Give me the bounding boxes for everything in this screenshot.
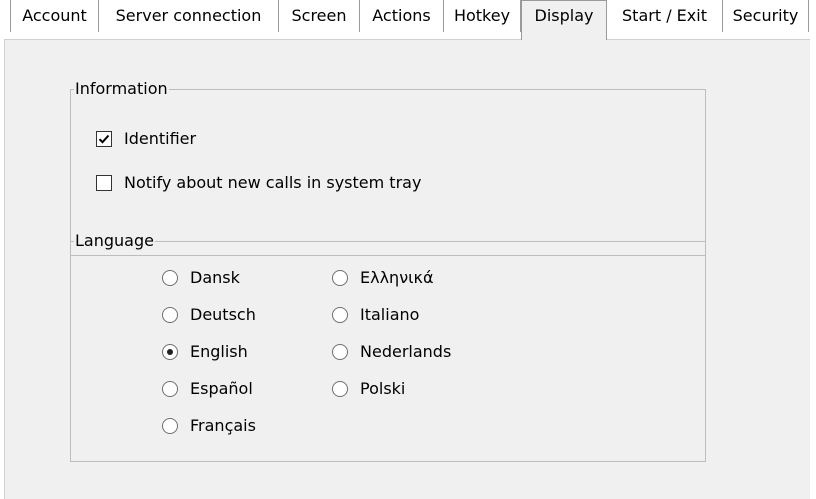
identifier-checkbox-box[interactable] [96,131,112,147]
tab-strip: Account Server connection Screen Actions… [0,0,816,40]
language-label: English [190,342,248,361]
tab-server-connection[interactable]: Server connection [99,0,279,32]
language-label: Nederlands [360,342,452,361]
radio-button-selected[interactable] [162,344,178,360]
language-label: Ελληνικά [360,268,434,287]
tab-start-exit[interactable]: Start / Exit [607,0,723,32]
radio-button[interactable] [332,344,348,360]
tab-security[interactable]: Security [723,0,809,32]
radio-button[interactable] [162,381,178,397]
tab-hotkey[interactable]: Hotkey [444,0,521,32]
language-group-title: Language [74,230,155,252]
notify-checkbox-box[interactable] [96,175,112,191]
tab-screen[interactable]: Screen [279,0,360,32]
notify-label: Notify about new calls in system tray [124,173,422,192]
radio-button[interactable] [162,307,178,323]
radio-dot-icon [167,349,173,355]
checkmark-icon [98,134,110,144]
radio-button[interactable] [332,381,348,397]
display-panel: Information Identifier Notify about new … [4,39,810,499]
language-group: Language Dansk Deutsch English Español F… [70,230,706,462]
radio-button[interactable] [162,418,178,434]
language-label: Deutsch [190,305,256,324]
language-label: Français [190,416,256,435]
tab-account[interactable]: Account [10,0,99,32]
tab-display[interactable]: Display [521,0,607,40]
language-label: Español [190,379,253,398]
language-label: Dansk [190,268,240,287]
identifier-label: Identifier [124,129,197,148]
information-group-title: Information [74,78,169,100]
language-label: Italiano [360,305,420,324]
information-group: Information Identifier Notify about new … [70,78,706,256]
radio-button[interactable] [332,270,348,286]
radio-button[interactable] [162,270,178,286]
radio-button[interactable] [332,307,348,323]
tab-actions[interactable]: Actions [360,0,444,32]
language-label: Polski [360,379,406,398]
